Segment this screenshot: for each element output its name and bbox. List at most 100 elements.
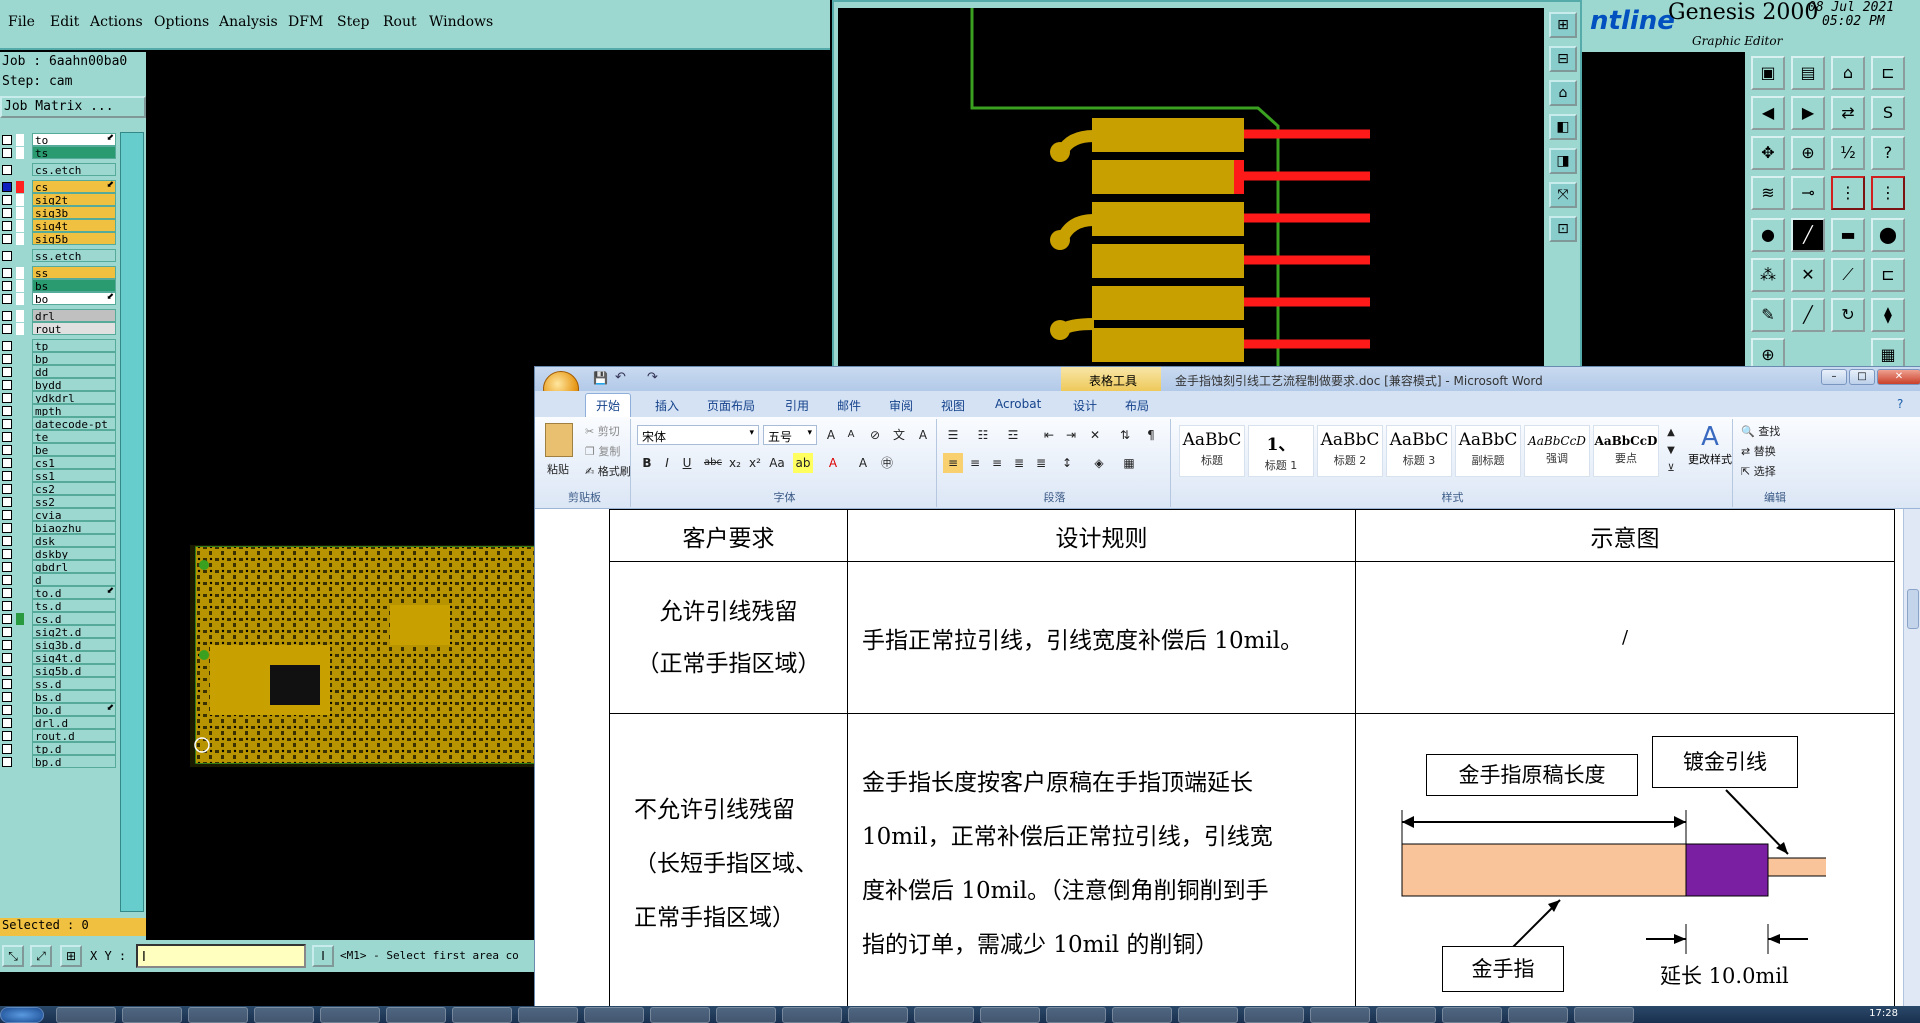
curve-icon[interactable]: S xyxy=(1871,96,1905,130)
layer-checkbox[interactable] xyxy=(2,221,12,231)
highlight-icon[interactable]: ab xyxy=(793,453,813,473)
layer-checkbox[interactable] xyxy=(2,251,12,261)
layer-checkbox[interactable] xyxy=(2,281,12,291)
line-icon[interactable]: ╱ xyxy=(1791,218,1825,252)
mirror-icon[interactable]: ⊏ xyxy=(1871,56,1905,90)
layer-checkbox[interactable] xyxy=(2,195,12,205)
snap-icon[interactable]: ⊕ xyxy=(1791,136,1825,170)
layer-checkbox[interactable] xyxy=(2,432,12,442)
zoom-fit-icon[interactable]: ⤧ xyxy=(1549,182,1577,208)
tab-acrobat[interactable]: Acrobat xyxy=(995,397,1041,411)
pad-icon[interactable]: ● xyxy=(1751,218,1785,252)
quick-save-icon[interactable]: 💾 xyxy=(593,371,608,385)
tab-page-layout[interactable]: 页面布局 xyxy=(707,397,755,414)
layer-checkbox[interactable] xyxy=(2,705,12,715)
paste-icon[interactable] xyxy=(545,423,573,457)
layer-color-swatch[interactable] xyxy=(16,293,24,305)
layer-row[interactable]: ss.etch xyxy=(0,248,118,263)
taskbar-app[interactable] xyxy=(782,1007,842,1023)
close-icon[interactable]: ✕ xyxy=(1877,369,1920,385)
layer-name[interactable]: bp.d xyxy=(32,755,116,768)
layer-checkbox[interactable] xyxy=(2,294,12,304)
style-item[interactable]: AaBbC 标题 2 xyxy=(1317,425,1383,477)
tab-home[interactable]: 开始 xyxy=(585,393,632,417)
layer-checkbox[interactable] xyxy=(2,692,12,702)
copy-button[interactable]: ❐ 复制 xyxy=(585,443,620,459)
menu-rout[interactable]: Rout xyxy=(383,14,417,30)
minimize-icon[interactable]: – xyxy=(1821,369,1847,385)
menu-analysis[interactable]: Analysis xyxy=(219,14,278,30)
layer-checkbox[interactable] xyxy=(2,601,12,611)
taskbar-app[interactable] xyxy=(320,1007,380,1023)
layer-checkbox[interactable] xyxy=(2,731,12,741)
increase-indent-icon[interactable]: ⇥ xyxy=(1061,425,1081,445)
taskbar-app[interactable] xyxy=(1112,1007,1172,1023)
taskbar-app[interactable] xyxy=(1046,1007,1106,1023)
styles-more-icon[interactable]: ⊻ xyxy=(1661,459,1681,479)
style-item[interactable]: AaBbC 副标题 xyxy=(1455,425,1521,477)
xy-input[interactable]: I xyxy=(136,944,306,968)
zoom-tool-icon[interactable]: ⤡ xyxy=(2,945,24,967)
layer-checkbox[interactable] xyxy=(2,311,12,321)
justify-icon[interactable]: ≣ xyxy=(1009,453,1029,473)
layer-checkbox[interactable] xyxy=(2,148,12,158)
layer-checkbox[interactable] xyxy=(2,575,12,585)
undo-icon[interactable]: ↶ xyxy=(615,370,626,385)
subscript-icon[interactable]: x₂ xyxy=(725,453,745,473)
layer-row[interactable]: bo ⬋ xyxy=(0,291,118,306)
align-center-icon[interactable]: ≡ xyxy=(965,453,985,473)
layer-checkbox[interactable] xyxy=(2,380,12,390)
distribute-icon[interactable]: ≣ xyxy=(1031,453,1051,473)
grow-font-icon[interactable]: A xyxy=(821,425,841,445)
layer-checkbox[interactable] xyxy=(2,268,12,278)
layer-checkbox[interactable] xyxy=(2,419,12,429)
change-case-icon[interactable]: Aa xyxy=(767,453,787,473)
zoom-back-icon[interactable]: ◧ xyxy=(1549,114,1577,140)
taskbar-app[interactable] xyxy=(122,1007,182,1023)
tab-layout[interactable]: 布局 xyxy=(1125,397,1149,414)
shading-icon[interactable]: ◈ xyxy=(1089,453,1109,473)
find-button[interactable]: 🔍 查找 xyxy=(1741,423,1780,439)
menu-options[interactable]: Options xyxy=(154,14,209,30)
document-area[interactable]: 客户要求 设计规则 示意图 允许引线残留 （正常手指区域） 手指正常拉引线，引线… xyxy=(535,509,1903,1014)
home-icon[interactable]: ⌂ xyxy=(1831,56,1865,90)
menu-file[interactable]: File xyxy=(8,14,35,30)
layer-row[interactable]: bp.d xyxy=(0,754,118,769)
layer-color-swatch[interactable] xyxy=(16,323,24,335)
font-name-select[interactable]: 宋体 ▾ xyxy=(637,425,759,445)
font-size-select[interactable]: 五号 ▾ xyxy=(763,425,817,445)
film-icon[interactable]: ▬ xyxy=(1831,218,1865,252)
layer-checkbox[interactable] xyxy=(2,324,12,334)
start-button-icon[interactable] xyxy=(0,1007,44,1023)
layer-checkbox[interactable] xyxy=(2,614,12,624)
underline-icon[interactable]: U xyxy=(677,453,697,473)
taskbar-app[interactable] xyxy=(1310,1007,1370,1023)
layer-checkbox[interactable] xyxy=(2,208,12,218)
paste-button[interactable]: 粘贴 xyxy=(547,461,569,477)
taskbar-app[interactable] xyxy=(518,1007,578,1023)
layer-row[interactable]: cs.etch xyxy=(0,162,118,177)
replace-button[interactable]: ⇄ 替换 xyxy=(1741,443,1776,459)
connect-icon[interactable]: ⟋ xyxy=(1831,258,1865,292)
layer-checkbox[interactable] xyxy=(2,165,12,175)
circle-icon[interactable]: ⬤ xyxy=(1871,218,1905,252)
layer-checkbox[interactable] xyxy=(2,234,12,244)
style-item[interactable]: AaBbC 标题 xyxy=(1179,425,1245,477)
slash-icon[interactable]: ╱ xyxy=(1791,298,1825,332)
menu-dfm[interactable]: DFM xyxy=(288,14,323,30)
styles-up-icon[interactable]: ▲ xyxy=(1661,423,1681,443)
measure-icon[interactable]: ≋ xyxy=(1751,176,1785,210)
taskbar-app[interactable] xyxy=(452,1007,512,1023)
taskbar-app[interactable] xyxy=(1178,1007,1238,1023)
zoom-out-icon[interactable]: ⊟ xyxy=(1549,46,1577,72)
pan-tool-icon[interactable]: ⤢ xyxy=(30,945,52,967)
style-item[interactable]: 1、 标题 1 xyxy=(1248,425,1314,477)
layer-name[interactable]: ss.etch xyxy=(32,249,116,262)
layer-checkbox[interactable] xyxy=(2,497,12,507)
select-button[interactable]: ⇱ 选择 xyxy=(1741,463,1776,479)
bold-icon[interactable]: B xyxy=(637,453,657,473)
layer-checkbox[interactable] xyxy=(2,445,12,455)
grid-tool-icon[interactable]: ⊞ xyxy=(60,945,82,967)
menu-step[interactable]: Step xyxy=(337,14,369,30)
anchor-icon[interactable]: ⊏ xyxy=(1871,258,1905,292)
